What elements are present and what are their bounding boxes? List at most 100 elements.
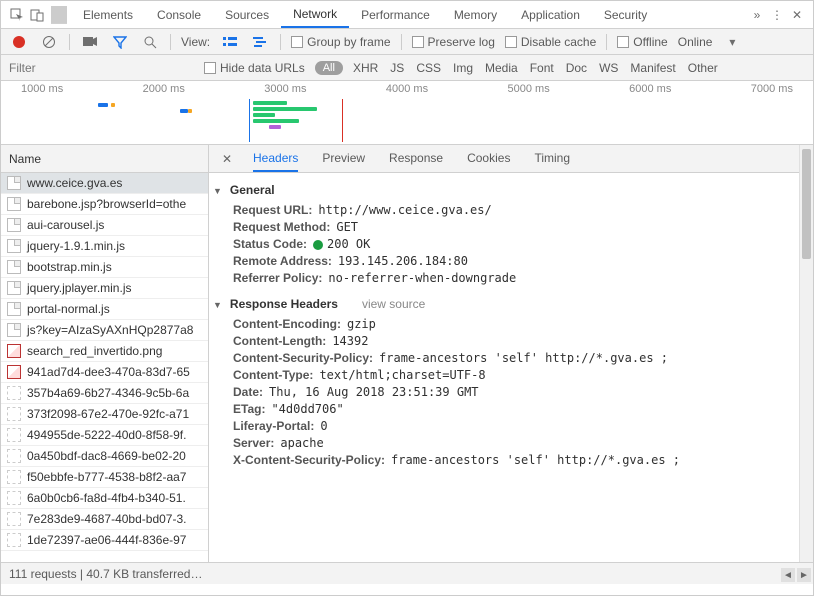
filter-type-ws[interactable]: WS <box>599 61 618 75</box>
request-row[interactable]: 0a450bdf-dac8-4669-be02-20 <box>1 446 208 467</box>
request-row[interactable]: barebone.jsp?browserId=othe <box>1 194 208 215</box>
close-detail-icon[interactable]: ✕ <box>219 152 235 166</box>
request-row[interactable]: search_red_invertido.png <box>1 341 208 362</box>
offline-checkbox[interactable]: Offline <box>617 35 667 49</box>
file-blank-icon <box>7 470 21 484</box>
filter-icon[interactable] <box>110 32 130 52</box>
chevrons-right-icon[interactable]: » <box>747 5 767 25</box>
separator <box>69 34 70 50</box>
filter-type-css[interactable]: CSS <box>416 61 441 75</box>
response-header-value: 0 <box>320 419 327 433</box>
disable-cache-checkbox[interactable]: Disable cache <box>505 35 596 49</box>
throttling-dropdown-icon[interactable]: ▾ <box>722 32 742 52</box>
device-toggle-icon[interactable] <box>27 5 47 25</box>
file-doc-icon <box>7 323 21 337</box>
kebab-icon[interactable]: ⋮ <box>767 5 787 25</box>
general-section[interactable]: General <box>213 183 803 197</box>
filter-type-xhr[interactable]: XHR <box>353 61 378 75</box>
main-content: Name www.ceice.gva.esbarebone.jsp?browse… <box>1 145 813 562</box>
request-row[interactable]: f50ebbfe-b777-4538-b8f2-aa7 <box>1 467 208 488</box>
detail-tab-timing[interactable]: Timing <box>534 151 570 166</box>
scroll-right-icon[interactable]: ► <box>797 568 811 582</box>
tab-network[interactable]: Network <box>281 1 349 28</box>
timeline-tick: 1000 ms <box>21 83 63 95</box>
response-header-value: 14392 <box>332 334 368 348</box>
filter-type-doc[interactable]: Doc <box>566 61 587 75</box>
request-row[interactable]: jquery-1.9.1.min.js <box>1 236 208 257</box>
group-by-frame-label: Group by frame <box>307 35 390 49</box>
tab-sources[interactable]: Sources <box>213 1 281 28</box>
online-select[interactable]: Online <box>678 35 713 49</box>
response-header-key: Content-Encoding: <box>233 317 341 331</box>
request-row[interactable]: js?key=AIzaSyAXnHQp2877a8 <box>1 320 208 341</box>
filter-type-other[interactable]: Other <box>688 61 718 75</box>
tab-elements[interactable]: Elements <box>71 1 145 28</box>
filter-type-font[interactable]: Font <box>530 61 554 75</box>
file-blank-icon <box>7 449 21 463</box>
file-blank-icon <box>7 512 21 526</box>
response-header-value: apache <box>280 436 323 450</box>
request-row[interactable]: aui-carousel.js <box>1 215 208 236</box>
request-row[interactable]: bootstrap.min.js <box>1 257 208 278</box>
camera-icon[interactable] <box>80 32 100 52</box>
view-source-link[interactable]: view source <box>362 297 425 311</box>
status-code-text: 200 OK <box>327 237 370 251</box>
response-header-value: frame-ancestors 'self' http://*.gva.es ; <box>391 453 680 467</box>
detail-tab-cookies[interactable]: Cookies <box>467 151 510 166</box>
tab-performance[interactable]: Performance <box>349 1 442 28</box>
file-blank-icon <box>7 533 21 547</box>
tab-security[interactable]: Security <box>592 1 659 28</box>
request-row[interactable]: 373f2098-67e2-470e-92fc-a71 <box>1 404 208 425</box>
detail-tab-response[interactable]: Response <box>389 151 443 166</box>
search-icon[interactable] <box>140 32 160 52</box>
request-row[interactable]: portal-normal.js <box>1 299 208 320</box>
request-row[interactable]: 6a0b0cb6-fa8d-4fb4-b340-51. <box>1 488 208 509</box>
status-dot-icon <box>313 240 323 250</box>
tab-memory[interactable]: Memory <box>442 1 509 28</box>
detail-tab-headers[interactable]: Headers <box>253 151 298 172</box>
request-name: 0a450bdf-dac8-4669-be02-20 <box>27 449 186 463</box>
separator <box>280 34 281 50</box>
network-toolbar: View: Group by frame Preserve log Disabl… <box>1 29 813 55</box>
response-header-key: Content-Security-Policy: <box>233 351 373 365</box>
requests-header[interactable]: Name <box>1 145 208 173</box>
filter-type-manifest[interactable]: Manifest <box>630 61 675 75</box>
filter-type-img[interactable]: Img <box>453 61 473 75</box>
request-row[interactable]: 357b4a69-6b27-4346-9c5b-6a <box>1 383 208 404</box>
request-row[interactable]: jquery.jplayer.min.js <box>1 278 208 299</box>
separator <box>170 34 171 50</box>
preserve-log-checkbox[interactable]: Preserve log <box>412 35 495 49</box>
scroll-left-icon[interactable]: ◄ <box>781 568 795 582</box>
request-row[interactable]: 941ad7d4-dee3-470a-83d7-65 <box>1 362 208 383</box>
request-name: jquery-1.9.1.min.js <box>27 239 125 253</box>
view-large-icon[interactable] <box>220 32 240 52</box>
response-header-value: gzip <box>347 317 376 331</box>
horizontal-scroll[interactable]: ◄ ► <box>781 568 811 582</box>
response-headers-section[interactable]: Response Headersview source <box>213 297 803 311</box>
record-button[interactable] <box>9 32 29 52</box>
file-doc-icon <box>7 197 21 211</box>
tab-application[interactable]: Application <box>509 1 592 28</box>
filter-type-js[interactable]: JS <box>390 61 404 75</box>
inspect-icon[interactable] <box>7 5 27 25</box>
group-by-frame-checkbox[interactable]: Group by frame <box>291 35 390 49</box>
clear-button[interactable] <box>39 32 59 52</box>
filter-input[interactable] <box>9 61 164 75</box>
separator <box>51 6 67 24</box>
scrollbar[interactable] <box>799 145 813 562</box>
response-header-key: Content-Type: <box>233 368 313 382</box>
view-waterfall-icon[interactable] <box>250 32 270 52</box>
hide-data-urls-checkbox[interactable]: Hide data URLs <box>204 61 305 75</box>
detail-tab-preview[interactable]: Preview <box>322 151 365 166</box>
close-icon[interactable]: ✕ <box>787 5 807 25</box>
request-row[interactable]: 7e283de9-4687-40bd-bd07-3. <box>1 509 208 530</box>
request-name: js?key=AIzaSyAXnHQp2877a8 <box>27 323 193 337</box>
request-row[interactable]: 494955de-5222-40d0-8f58-9f. <box>1 425 208 446</box>
filter-all[interactable]: All <box>315 61 343 75</box>
request-row[interactable]: www.ceice.gva.es <box>1 173 208 194</box>
tab-console[interactable]: Console <box>145 1 213 28</box>
network-timeline[interactable]: 1000 ms2000 ms3000 ms4000 ms5000 ms6000 … <box>1 81 813 145</box>
filter-type-media[interactable]: Media <box>485 61 518 75</box>
request-row[interactable]: 1de72397-ae06-444f-836e-97 <box>1 530 208 551</box>
file-doc-icon <box>7 302 21 316</box>
